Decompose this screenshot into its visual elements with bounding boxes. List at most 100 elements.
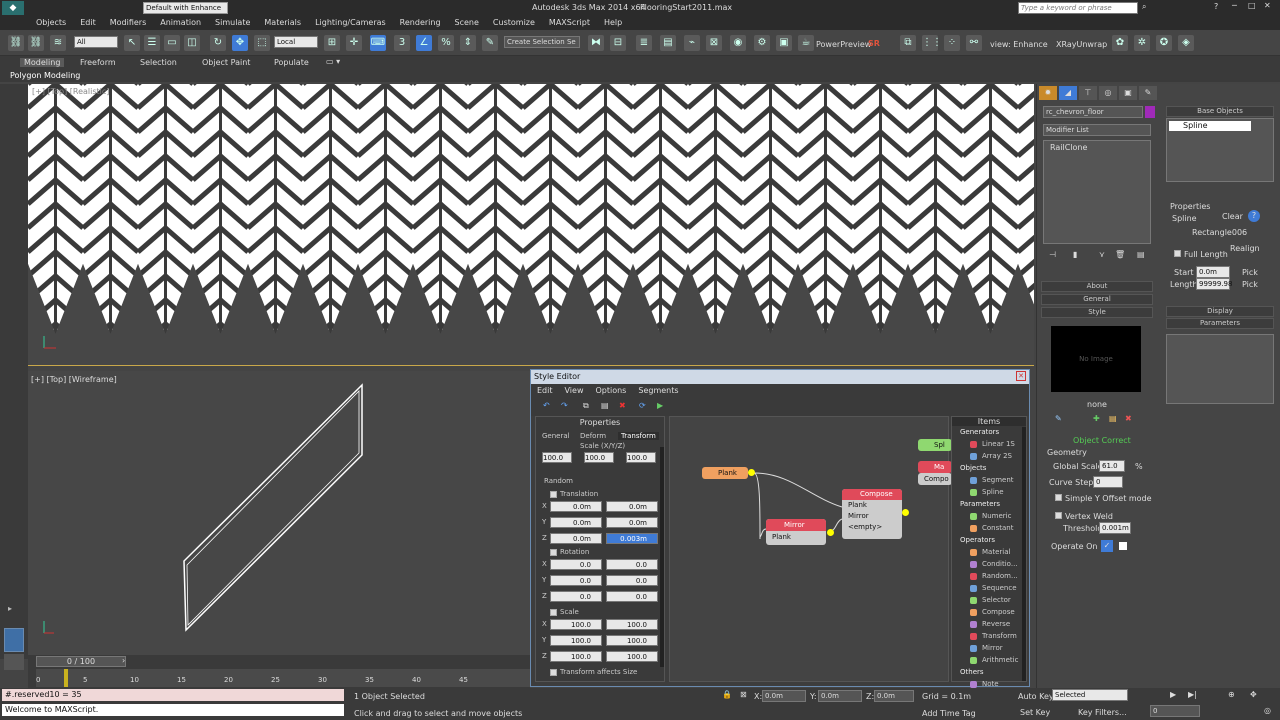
ribbon-tab-populate[interactable]: Populate (274, 58, 309, 67)
translation-x-max[interactable]: 0.0m (606, 501, 658, 512)
modifier-stack[interactable]: RailClone (1043, 140, 1151, 244)
scale-z-max[interactable]: 100.0 (606, 651, 658, 662)
paste-icon[interactable]: ▤ (601, 401, 609, 410)
base-objects-list[interactable]: Spline (1166, 118, 1274, 182)
transform-affects-checkbox[interactable] (550, 669, 557, 676)
menu-objects[interactable]: Objects (36, 18, 66, 27)
menu-materials[interactable]: Materials (264, 18, 301, 27)
xray-unwrap-label[interactable]: XRayUnwrap (1056, 40, 1107, 49)
zoom-icon[interactable]: ⊕ (1228, 690, 1235, 699)
operate-on-edit-icon[interactable]: ✓ (1101, 540, 1113, 552)
make-unique-icon[interactable]: ⋎ (1099, 250, 1105, 259)
scale-z-field[interactable]: 100.0 (626, 452, 656, 463)
item-constant[interactable]: Constant (982, 524, 1013, 532)
se-menu-edit[interactable]: Edit (537, 386, 553, 395)
rotation-z-min[interactable]: 0.0 (550, 591, 602, 602)
render-icon[interactable]: ☕ (798, 35, 814, 51)
sr-label[interactable]: SR (868, 39, 880, 48)
snap-icon[interactable]: 3 (394, 35, 410, 51)
tool-b-icon[interactable]: ✲ (1134, 35, 1150, 51)
lock-icon[interactable]: 🔒 (722, 690, 732, 699)
set-key-label[interactable]: Set Key (1020, 708, 1050, 717)
edit-named-sel-icon[interactable]: ✎ (482, 35, 498, 51)
ribbon-tab-modeling[interactable]: Modeling (20, 58, 65, 67)
motion-tab-icon[interactable]: ◎ (1099, 86, 1117, 100)
viewport-tool-icon[interactable]: ⧉ (900, 35, 916, 51)
time-slider-next-icon[interactable]: › (122, 656, 125, 665)
curve-steps-field[interactable]: 0 (1093, 476, 1123, 488)
viewport-label-bottom[interactable]: [+] [Top] [Wireframe] (31, 375, 117, 384)
pin-stack-icon[interactable]: ⊣ (1049, 250, 1056, 259)
item-reverse[interactable]: Reverse (982, 620, 1010, 628)
tab-transform[interactable]: Transform (618, 432, 659, 440)
viewport-label-top[interactable]: [+] [Top] [Realistic] (32, 87, 109, 96)
rotation-checkbox[interactable] (550, 549, 557, 556)
hierarchy-tab-icon[interactable]: ⊤ (1079, 86, 1097, 100)
workspace-dropdown[interactable]: Default with Enhance (143, 2, 228, 14)
search-icon[interactable]: ⌕ (1142, 2, 1146, 12)
mirror-out-socket[interactable] (827, 529, 834, 536)
tab-deform[interactable]: Deform (580, 432, 606, 440)
tool-d-icon[interactable]: ◈ (1178, 35, 1194, 51)
delete-icon[interactable]: ✖ (619, 401, 626, 410)
translation-checkbox[interactable] (550, 491, 557, 498)
load-style-icon[interactable]: ✚ (1093, 414, 1100, 423)
item-segment[interactable]: Segment (982, 476, 1014, 484)
item-conditio[interactable]: Conditio... (982, 560, 1018, 568)
render-setup-icon[interactable]: ⚙ (754, 35, 770, 51)
layer-explorer-icon[interactable] (4, 628, 24, 652)
timeline[interactable]: 0 / 100 › 0 5 10 15 20 25 30 35 40 45 (28, 655, 530, 688)
menu-help[interactable]: Help (604, 18, 622, 27)
mirror-input-plank[interactable]: Plank (766, 531, 826, 543)
pick-start-button[interactable]: Pick (1242, 268, 1258, 277)
properties-scrollbar[interactable] (660, 447, 664, 667)
ribbon-options-icon[interactable]: ▭ ▾ (326, 57, 340, 66)
scale-x-min[interactable]: 100.0 (550, 619, 602, 630)
select-by-name-icon[interactable]: ☰ (144, 35, 160, 51)
item-mirror[interactable]: Mirror (982, 644, 1003, 652)
rollout-about[interactable]: About (1041, 281, 1153, 292)
abs-mode-icon[interactable]: ⊠ (740, 690, 747, 699)
se-menu-segments[interactable]: Segments (638, 386, 678, 395)
pick-length-button[interactable]: Pick (1242, 280, 1258, 289)
menu-lightingcameras[interactable]: Lighting/Cameras (315, 18, 386, 27)
key-filters-button[interactable]: Key Filters... (1078, 708, 1127, 717)
layer-icon[interactable]: ≣ (636, 35, 652, 51)
node-graph[interactable]: Plank Compose Plank Mirror <empty> Mirro… (669, 416, 952, 682)
polygon-modeling-label[interactable]: Polygon Modeling (10, 71, 80, 80)
item-spline[interactable]: Spline (982, 488, 1004, 496)
rollout-style[interactable]: Style (1041, 307, 1153, 318)
compose-input-plank[interactable]: Plank (842, 500, 902, 511)
delete-style-icon[interactable]: ✖ (1125, 414, 1132, 423)
angle-snap-icon[interactable]: ∠ (416, 35, 432, 51)
time-slider[interactable]: 0 / 100 (36, 656, 126, 667)
dots-icon[interactable]: ⁘ (944, 35, 960, 51)
clear-button[interactable]: Clear (1222, 212, 1243, 221)
rollout-display[interactable]: Display (1166, 306, 1274, 317)
tool-a-icon[interactable]: ✿ (1112, 35, 1128, 51)
full-length-checkbox[interactable] (1174, 250, 1181, 257)
help-icon-props[interactable]: ? (1248, 210, 1260, 222)
rotation-z-max[interactable]: 0.0 (606, 591, 658, 602)
item-linear1s[interactable]: Linear 1S (982, 440, 1015, 448)
next-frame-icon[interactable]: ▶| (1188, 690, 1197, 699)
ribbon-tab-freeform[interactable]: Freeform (80, 58, 116, 67)
rollout-general[interactable]: General (1041, 294, 1153, 305)
items-group-parameters[interactable]: Parameters (960, 500, 1000, 508)
item-selector[interactable]: Selector (982, 596, 1011, 604)
item-compose[interactable]: Compose (982, 608, 1015, 616)
translation-x-min[interactable]: 0.0m (550, 501, 602, 512)
global-scale-field[interactable]: 61.0 (1099, 460, 1125, 472)
xform-icon[interactable]: ⚯ (966, 35, 982, 51)
edit-style-icon[interactable]: ✎ (1055, 414, 1062, 423)
selected-mode-dropdown[interactable]: Selected (1052, 689, 1128, 701)
compose-input-empty[interactable]: <empty> (842, 522, 902, 533)
node-mirror[interactable]: Mirror Plank (766, 519, 826, 545)
threshold-field[interactable]: 0.001m (1099, 522, 1131, 534)
object-name-field[interactable]: rc_chevron_floor (1043, 106, 1143, 118)
play-icon[interactable]: ▶ (1170, 690, 1176, 699)
pan-icon[interactable]: ✥ (1250, 690, 1257, 699)
scale-y-field[interactable]: 100.0 (584, 452, 614, 463)
keyboard-shortcut-icon[interactable]: ⌨ (370, 35, 386, 51)
save-style-icon[interactable]: ▤ (1109, 414, 1117, 423)
